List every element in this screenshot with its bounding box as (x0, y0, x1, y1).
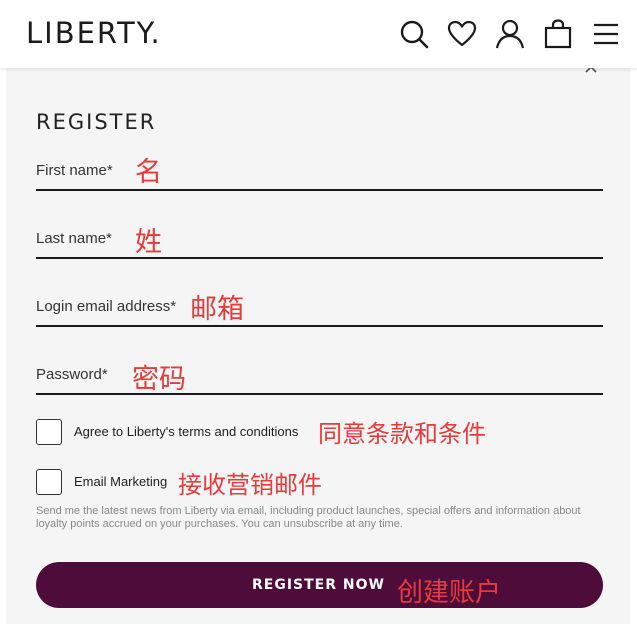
terms-checkbox[interactable] (36, 419, 62, 445)
menu-icon[interactable] (590, 18, 622, 50)
password-label: Password* (36, 366, 108, 383)
first-name-annotation: 名 (135, 157, 162, 188)
register-title: REGISTER (36, 110, 157, 134)
last-name-label: Last name* (36, 230, 112, 247)
first-name-label: First name* (36, 162, 113, 179)
marketing-note: Send me the latest news from Liberty via… (36, 505, 581, 530)
email-field[interactable] (36, 325, 603, 327)
terms-annotation: 同意条款和条件 (318, 420, 486, 448)
register-now-label[interactable]: REGISTER NOW (252, 577, 385, 593)
register-now-annotation: 创建账户 (397, 578, 502, 608)
marketing-checkbox[interactable] (36, 469, 62, 495)
last-name-field[interactable] (36, 257, 603, 259)
last-name-annotation: 姓 (135, 227, 162, 258)
first-name-field[interactable] (36, 189, 603, 191)
marketing-annotation: 接收营销邮件 (178, 471, 322, 499)
email-annotation: 邮箱 (190, 294, 244, 325)
account-icon[interactable] (494, 18, 526, 50)
heart-icon[interactable] (446, 18, 478, 50)
liberty-logo[interactable]: LIBERTY. (26, 16, 162, 50)
marketing-label: Email Marketing (74, 474, 168, 489)
search-icon[interactable] (398, 18, 430, 50)
bag-icon[interactable] (542, 18, 574, 50)
site-header: LIBERTY. (0, 0, 637, 68)
password-field[interactable] (36, 393, 603, 395)
email-label: Login email address* (36, 298, 177, 315)
terms-label: Agree to Liberty's terms and conditions (74, 424, 299, 439)
register-panel (6, 64, 630, 624)
password-annotation: 密码 (132, 364, 186, 395)
